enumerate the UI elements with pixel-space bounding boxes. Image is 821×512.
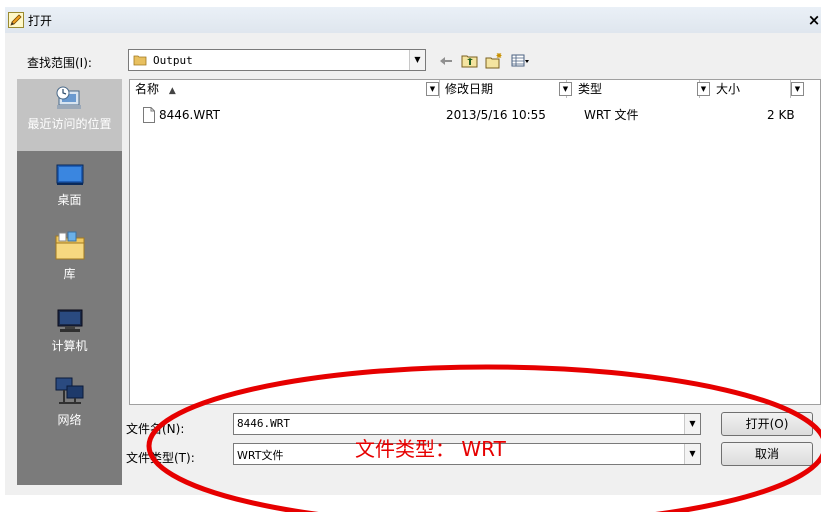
column-header-label: 类型: [578, 82, 603, 96]
place-network[interactable]: 网络: [17, 375, 122, 427]
network-icon: [55, 377, 83, 404]
column-header-label: 修改日期: [445, 82, 494, 96]
filename-input[interactable]: 8446.WRT ▼: [233, 413, 701, 435]
chevron-down-icon[interactable]: ▼: [409, 50, 425, 70]
column-header-date[interactable]: 修改日期: [440, 80, 567, 98]
libraries-icon: [55, 231, 84, 260]
open-file-dialog: 打开 × 查找范围(I): Output ▼ 最近访问的位置 桌面 库 计算机 …: [5, 7, 821, 495]
table-row[interactable]: 8446.WRT 2013/5/16 10:55 WRT 文件 2 KB: [130, 106, 820, 124]
file-icon: [143, 107, 155, 123]
open-button[interactable]: 打开(O): [721, 412, 813, 436]
places-bar: 最近访问的位置 桌面 库 计算机 网络: [17, 79, 122, 485]
chevron-down-icon[interactable]: ▼: [684, 414, 700, 434]
window-title: 打开: [28, 14, 53, 28]
column-header-name[interactable]: 名称 ▲: [130, 80, 440, 98]
file-list[interactable]: 名称 ▲ ▼ 修改日期 ▼ 类型 ▼ 大小 ▼ 8446.WRT 2013/5/…: [129, 79, 821, 405]
close-button[interactable]: ×: [807, 10, 821, 30]
column-header-size[interactable]: 大小: [711, 80, 791, 98]
column-header-label: 大小: [716, 82, 741, 96]
place-desktop[interactable]: 桌面: [17, 161, 122, 207]
filetype-label: 文件类型(T):: [126, 451, 195, 465]
look-in-combobox[interactable]: Output ▼: [128, 49, 426, 71]
column-header-type[interactable]: 类型: [573, 80, 700, 98]
place-libraries[interactable]: 库: [17, 229, 122, 281]
filename-value: 8446.WRT: [237, 417, 290, 430]
file-date: 2013/5/16 10:55: [446, 108, 546, 122]
new-folder-icon[interactable]: [485, 52, 503, 70]
annotation-label: 文件类型： WRT: [355, 437, 506, 461]
chevron-down-icon[interactable]: ▼: [791, 82, 804, 96]
look-in-label: 查找范围(I):: [27, 56, 92, 70]
filetype-value: WRT文件: [237, 449, 284, 462]
up-folder-icon[interactable]: [461, 52, 479, 70]
look-in-value: Output: [153, 54, 193, 67]
chevron-down-icon[interactable]: ▼: [559, 82, 572, 96]
file-name: 8446.WRT: [159, 108, 221, 122]
cancel-button[interactable]: 取消: [721, 442, 813, 466]
place-recent[interactable]: 最近访问的位置: [17, 79, 122, 151]
file-size: 2 KB: [767, 108, 795, 122]
folder-icon: [133, 55, 147, 66]
column-header-label: 名称: [135, 82, 160, 96]
chevron-down-icon[interactable]: ▼: [426, 82, 439, 96]
chevron-down-icon[interactable]: ▼: [684, 444, 700, 464]
file-type: WRT 文件: [584, 108, 639, 122]
place-label: 网络: [57, 413, 82, 427]
recent-places-icon: [56, 86, 81, 109]
title-bar: 打开 ×: [5, 7, 821, 33]
back-arrow-icon[interactable]: [437, 52, 455, 70]
computer-icon: [57, 309, 82, 332]
chevron-down-icon[interactable]: ▼: [697, 82, 710, 96]
place-label: 桌面: [57, 193, 82, 207]
view-menu-icon[interactable]: [511, 52, 529, 70]
place-label: 库: [63, 267, 76, 281]
desktop-icon: [56, 164, 83, 185]
sort-ascending-icon: ▲: [168, 86, 176, 96]
edit-pencil-icon: [8, 12, 24, 28]
place-computer[interactable]: 计算机: [17, 307, 122, 353]
filename-label: 文件名(N):: [126, 422, 185, 436]
place-label: 计算机: [51, 339, 88, 353]
place-label: 最近访问的位置: [27, 117, 112, 131]
